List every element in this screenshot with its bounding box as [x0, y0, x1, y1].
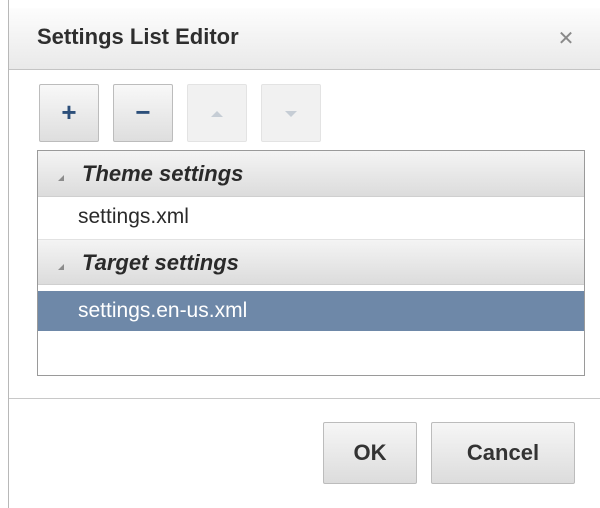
settings-list[interactable]: Theme settings settings.xml Target setti…: [37, 150, 585, 376]
cancel-button[interactable]: Cancel: [431, 422, 575, 484]
group-label: Theme settings: [82, 161, 244, 186]
list-item-settings-xml[interactable]: settings.xml: [38, 197, 584, 237]
list-item-label: settings.en-us.xml: [78, 299, 248, 322]
group-label: Target settings: [82, 250, 239, 275]
add-button[interactable]: +: [39, 84, 99, 142]
settings-list-editor-dialog: Settings List Editor ✕ + − Theme setting…: [8, 0, 600, 508]
triangle-down-icon: [285, 111, 297, 118]
minus-icon: −: [135, 97, 151, 127]
collapse-arrow-icon[interactable]: [58, 264, 64, 270]
group-header-target-settings[interactable]: Target settings: [38, 239, 584, 285]
collapse-arrow-icon[interactable]: [58, 175, 64, 181]
close-icon[interactable]: ✕: [553, 26, 579, 52]
dialog-title: Settings List Editor: [37, 24, 239, 49]
remove-button[interactable]: −: [113, 84, 173, 142]
footer-divider: [9, 398, 600, 399]
move-down-button[interactable]: [261, 84, 321, 142]
move-up-button[interactable]: [187, 84, 247, 142]
list-item-settings-en-us-xml[interactable]: settings.en-us.xml: [38, 291, 584, 331]
dialog-titlebar: Settings List Editor ✕: [9, 8, 600, 70]
group-header-theme-settings[interactable]: Theme settings: [38, 151, 584, 197]
triangle-up-icon: [211, 111, 223, 118]
ok-button[interactable]: OK: [323, 422, 417, 484]
list-item-label: settings.xml: [78, 205, 189, 228]
plus-icon: +: [61, 97, 77, 127]
